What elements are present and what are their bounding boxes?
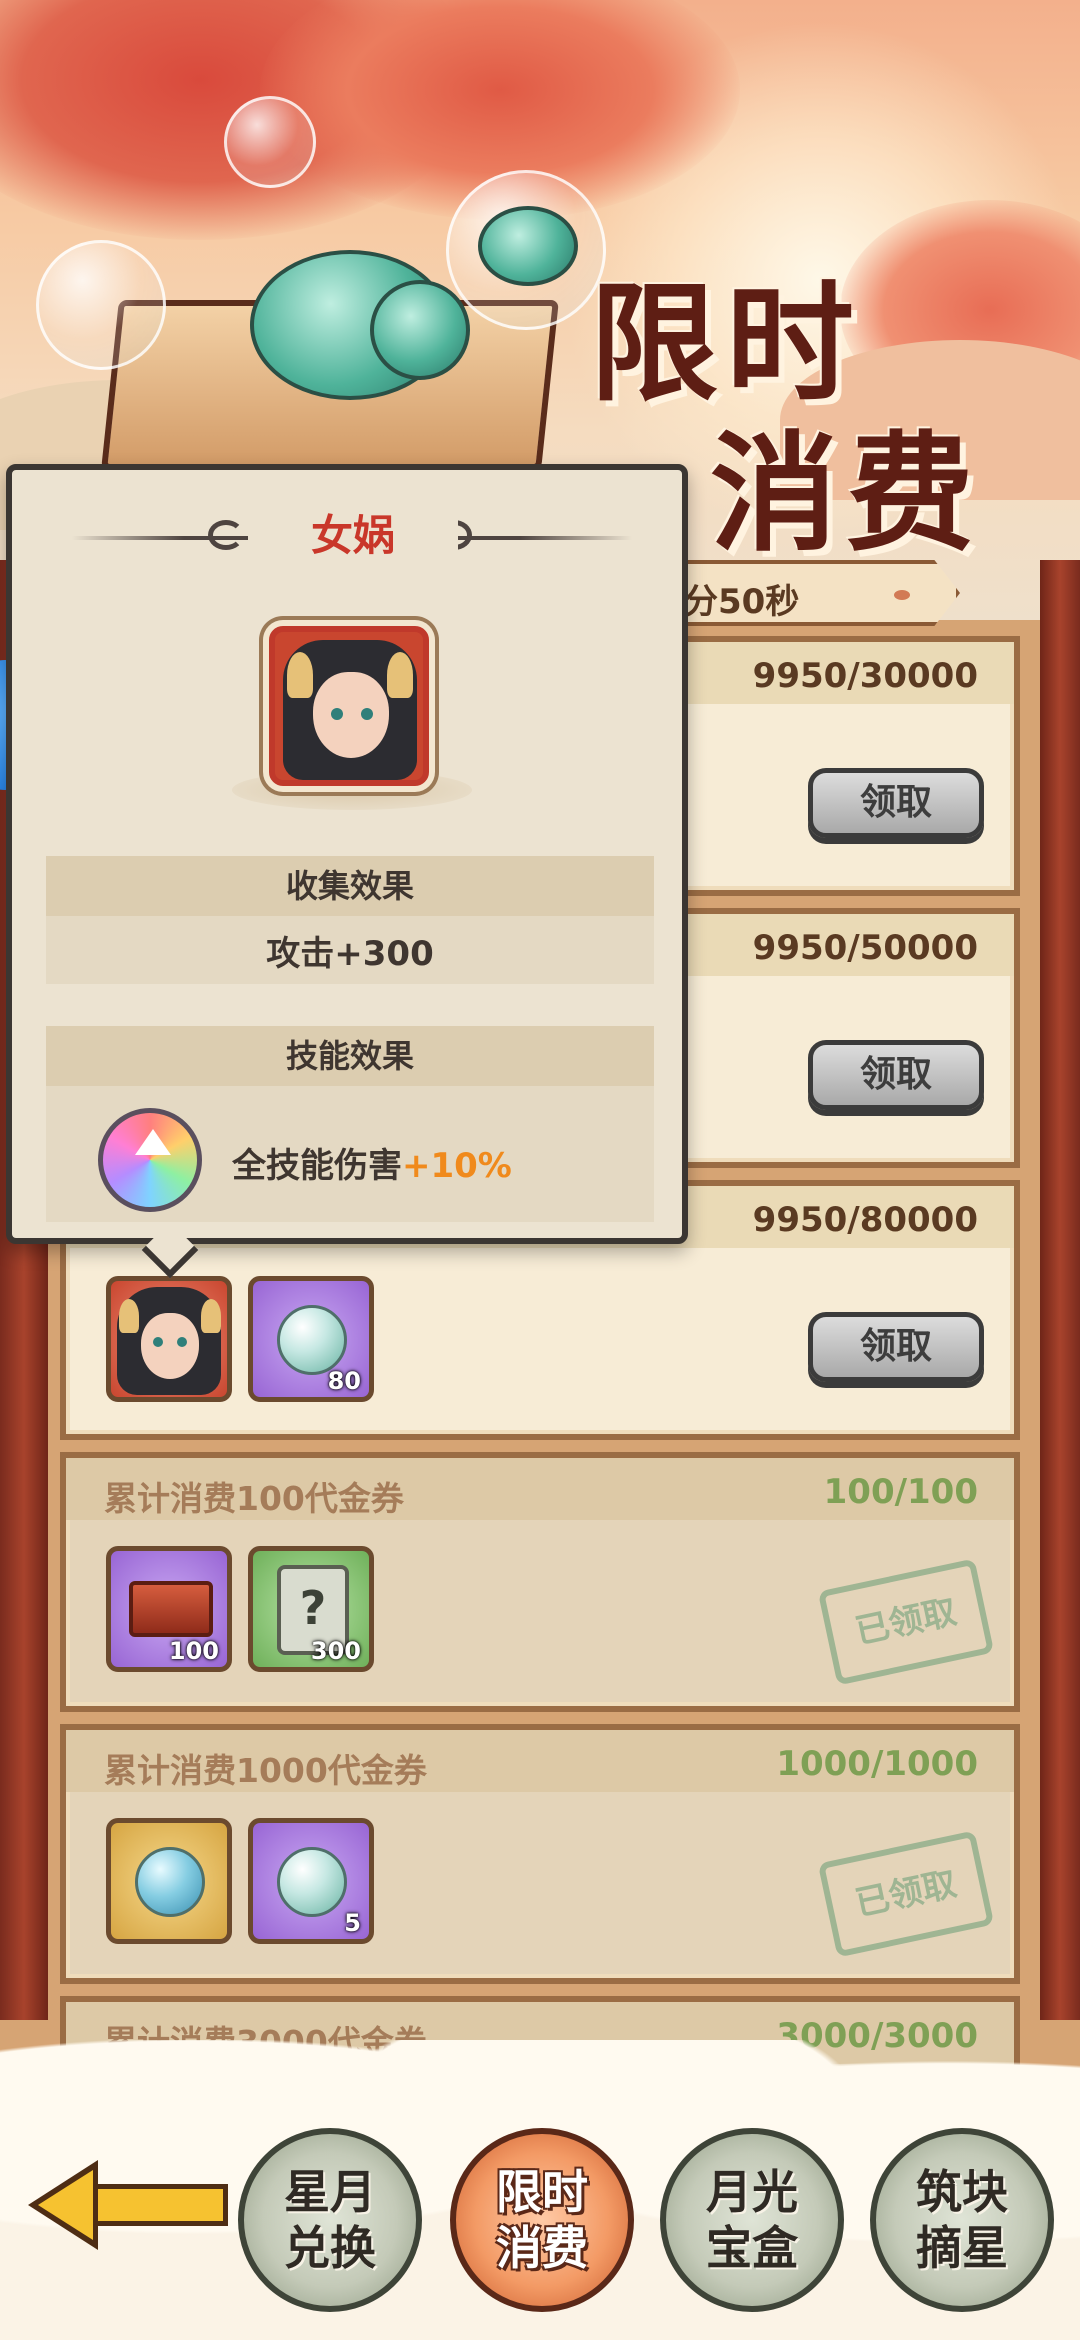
nuwa-portrait — [275, 632, 423, 780]
claim-button[interactable]: 领取 — [808, 768, 984, 838]
portrait-face — [141, 1313, 199, 1379]
blue-orb-icon[interactable] — [106, 1818, 232, 1944]
tab-label-line2: 消费 — [496, 2221, 588, 2275]
item-count: 80 — [327, 1367, 361, 1395]
collect-effect-header: 收集效果 — [46, 856, 654, 916]
item-count: 100 — [168, 1637, 219, 1665]
reward-progress: 1000/1000 — [776, 1744, 978, 1784]
event-title-line2: 消费 — [710, 419, 983, 569]
portrait-eye — [331, 708, 343, 720]
skill-effect-body: 全技能伤害+10% — [46, 1086, 654, 1222]
reward-progress: 9950/30000 — [752, 656, 978, 696]
collect-effect-value: 攻击+300 — [266, 934, 434, 974]
portrait-eye — [153, 1337, 163, 1347]
pearl-orb — [277, 1847, 347, 1917]
tab-moonlight-box[interactable]: 月光 宝盒 — [660, 2128, 844, 2312]
tab-label-line1: 星月 — [284, 2165, 376, 2219]
skill-effect-bonus: +10% — [402, 1146, 512, 1186]
cloud-swirl-icon — [208, 520, 244, 550]
skill-effect-label: 全技能伤害 — [232, 1146, 402, 1186]
skill-effect-header: 技能效果 — [46, 1026, 654, 1086]
reward-panel: 累计消费100代金券 100/100 100 ? 300 已领取 — [60, 1452, 1020, 1712]
hero-detail-popup: 女娲 收集效果 攻击+300 技能效果 全技能伤害+10% — [6, 464, 688, 1244]
portrait-horn — [287, 652, 313, 698]
reward-progress: 100/100 — [823, 1472, 978, 1512]
claimed-stamp: 已领取 — [817, 1830, 995, 1958]
item-count: 5 — [344, 1909, 361, 1937]
chest-shape — [129, 1581, 213, 1637]
mystery-scroll-icon[interactable]: ? 300 — [248, 1546, 374, 1672]
chest-icon[interactable]: 100 — [106, 1546, 232, 1672]
portrait-eye — [177, 1337, 187, 1347]
collect-effect-body: 攻击+300 — [46, 916, 654, 984]
tab-label-line1: 筑块 — [916, 2165, 1008, 2219]
arrow-head-fill — [38, 2170, 93, 2240]
tab-label-line2: 摘星 — [916, 2221, 1008, 2275]
tab-label-line1: 限时 — [496, 2165, 588, 2219]
arrow-up-icon — [135, 1129, 171, 1155]
ribbon-dot — [894, 590, 910, 600]
item-count: 300 — [310, 1637, 361, 1665]
tab-build-pick-stars[interactable]: 筑块 摘星 — [870, 2128, 1054, 2312]
claim-button[interactable]: 领取 — [808, 1040, 984, 1110]
pearl-orb — [277, 1305, 347, 1375]
reward-title: 累计消费1000代金券 — [104, 1751, 427, 1790]
blue-orb — [135, 1847, 205, 1917]
portrait-horn — [387, 652, 413, 698]
event-screen: 限时 消费 分50秒 9950/30000 领取 9950/50000 领取 9… — [0, 0, 1080, 2340]
tab-label-line2: 兑换 — [284, 2221, 376, 2275]
portrait-horn — [201, 1299, 221, 1333]
tab-star-moon-exchange[interactable]: 星月 兑换 — [238, 2128, 422, 2312]
hero-name: 女娲 — [248, 506, 458, 566]
reward-progress: 9950/80000 — [752, 1200, 978, 1240]
portrait-horn — [119, 1299, 139, 1333]
reward-title: 累计消费100代金券 — [104, 1479, 404, 1518]
back-arrow-icon[interactable] — [28, 2160, 228, 2250]
countdown-ribbon: 分50秒 — [640, 560, 960, 626]
pearl-icon[interactable]: 80 — [248, 1276, 374, 1402]
pearl-icon[interactable]: 5 — [248, 1818, 374, 1944]
jade-dragon-icon — [370, 280, 470, 380]
jade-dragon-icon — [478, 206, 578, 286]
tab-label-line2: 宝盒 — [706, 2221, 798, 2275]
portrait-face — [313, 672, 389, 758]
nuwa-portrait — [111, 1281, 227, 1397]
right-pillar — [1040, 560, 1080, 2020]
portrait-eye — [361, 708, 373, 720]
skill-effect-text: 全技能伤害+10% — [232, 1138, 512, 1187]
all-skill-damage-icon — [98, 1108, 202, 1212]
hero-nuwa-icon[interactable] — [106, 1276, 232, 1402]
reward-panel: 累计消费1000代金券 1000/1000 5 已领取 — [60, 1724, 1020, 1984]
countdown-text: 分50秒 — [684, 582, 800, 622]
bubble-crystal-icon — [224, 96, 316, 188]
arrow-shaft — [88, 2184, 228, 2226]
hero-avatar — [269, 626, 429, 786]
reward-progress: 9950/50000 — [752, 928, 978, 968]
tab-label-line1: 月光 — [706, 2165, 798, 2219]
claimed-stamp: 已领取 — [817, 1558, 995, 1686]
tab-limited-spend[interactable]: 限时 消费 — [450, 2128, 634, 2312]
bubble-pouch-icon — [36, 240, 166, 370]
claim-button[interactable]: 领取 — [808, 1312, 984, 1382]
